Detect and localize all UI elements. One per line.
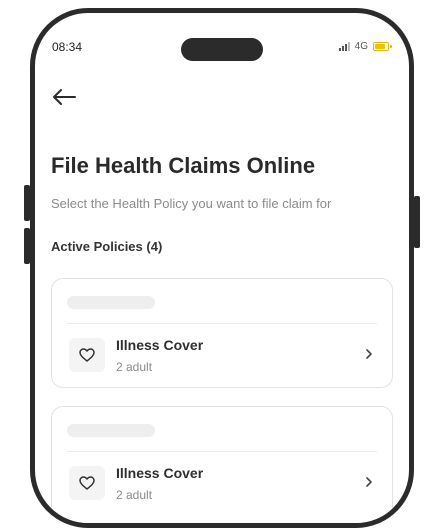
active-policies-label: Active Policies (4)	[51, 239, 163, 254]
policy-icon-box	[69, 338, 105, 372]
page-title: File Health Claims Online	[51, 153, 316, 178]
status-bar: 08:34 4G	[35, 13, 409, 61]
status-indicators: 4G	[338, 41, 392, 52]
dynamic-island	[181, 38, 263, 61]
signal-icon	[338, 42, 350, 51]
policy-icon-box	[69, 466, 105, 500]
policy-card[interactable]: Illness Cover 2 adult	[51, 406, 393, 523]
loading-placeholder	[67, 424, 155, 437]
phone-frame: 08:34 4G File Health Claims Online Selec…	[30, 8, 414, 528]
policy-name: Illness Cover	[116, 465, 204, 481]
network-label: 4G	[354, 41, 368, 52]
chevron-right-icon	[366, 477, 372, 487]
policy-name: Illness Cover	[116, 337, 204, 353]
phone-power-button	[414, 196, 420, 248]
battery-icon	[373, 42, 392, 51]
card-divider	[67, 451, 377, 452]
page-subtitle: Select the Health Policy you want to fil…	[51, 196, 332, 211]
heart-icon	[79, 476, 95, 490]
policy-members: 2 adult	[116, 360, 153, 374]
arrow-left-icon[interactable]	[51, 87, 77, 107]
chevron-right-icon	[366, 349, 372, 359]
loading-placeholder	[67, 296, 155, 309]
policy-members: 2 adult	[116, 488, 153, 502]
card-divider	[67, 323, 377, 324]
status-time: 08:34	[52, 40, 83, 54]
heart-icon	[79, 348, 95, 362]
policy-card[interactable]: Illness Cover 2 adult	[51, 278, 393, 388]
